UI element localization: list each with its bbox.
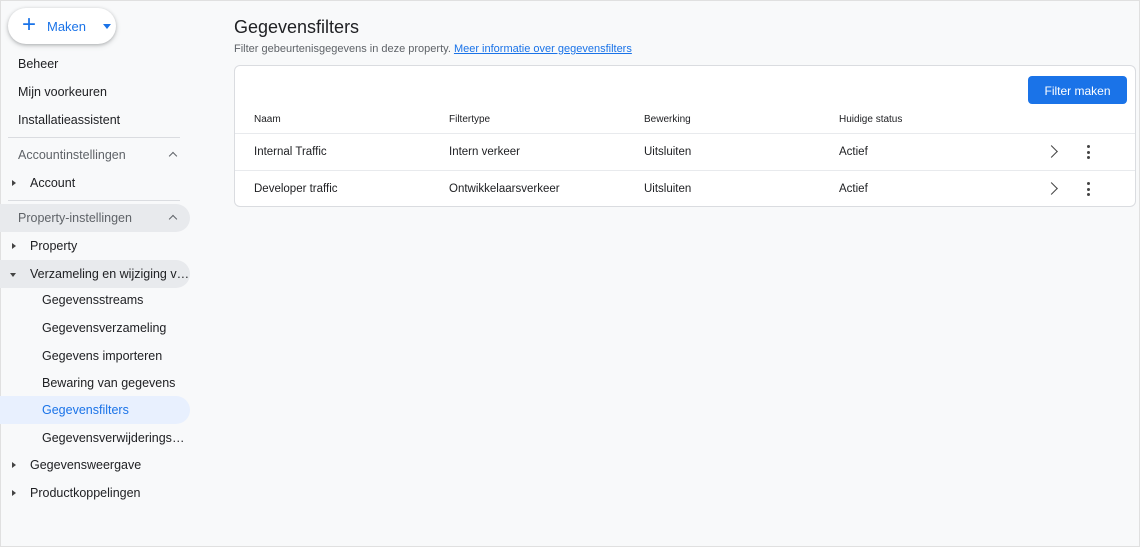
sidebar-item-setup-assistant[interactable]: Installatieassistent — [0, 106, 190, 134]
sidebar-item-label: Productkoppelingen — [30, 486, 141, 500]
triangle-right-icon — [12, 180, 16, 186]
section-label: Accountinstellingen — [18, 148, 126, 162]
learn-more-link[interactable]: Meer informatie over gegevensfilters — [454, 43, 632, 55]
create-button-label: Maken — [47, 19, 87, 34]
cell-filter-type: Ontwikkelaarsverkeer — [449, 183, 560, 195]
column-header-operation: Bewerking — [644, 114, 691, 125]
triangle-down-icon — [10, 273, 16, 277]
cell-operation: Uitsluiten — [644, 146, 692, 158]
column-header-name: Naam — [254, 114, 281, 125]
sidebar-item-preferences[interactable]: Mijn voorkeuren — [0, 78, 190, 106]
cell-status: Actief — [839, 183, 868, 195]
sidebar-item-label: Property — [30, 239, 78, 253]
triangle-right-icon — [12, 490, 16, 496]
cell-name: Developer traffic — [254, 183, 338, 195]
column-header-filter-type: Filtertype — [449, 114, 491, 125]
sidebar-item-label: Verzameling en wijziging van gegevens — [30, 267, 190, 281]
section-label: Property-instellingen — [18, 211, 132, 225]
section-property-settings[interactable]: Property-instellingen — [0, 204, 190, 232]
section-account-settings[interactable]: Accountinstellingen — [0, 141, 190, 169]
more-vert-icon[interactable] — [1084, 182, 1092, 198]
chevron-right-icon[interactable] — [1045, 145, 1058, 158]
more-vert-icon[interactable] — [1084, 145, 1092, 161]
chevron-up-icon — [168, 151, 178, 161]
cell-filter-type: Intern verkeer — [449, 146, 520, 158]
page-title: Gegevensfilters — [234, 17, 360, 37]
sidebar-item-property[interactable]: Property — [0, 232, 190, 260]
table-row[interactable]: Developer traffic Ontwikkelaarsverkeer U… — [235, 170, 1135, 208]
plus-icon: + — [22, 11, 37, 38]
sidebar-item-data-collection-settings[interactable]: Gegevensverzameling — [0, 314, 190, 342]
create-filter-button[interactable]: Filter maken — [1028, 76, 1127, 104]
triangle-right-icon — [12, 462, 16, 468]
triangle-right-icon — [12, 243, 16, 249]
sidebar: + Maken Beheer Mijn voorkeuren Installat… — [0, 0, 200, 547]
divider — [8, 137, 180, 138]
sidebar-item-label: Account — [30, 176, 76, 190]
sidebar-item-data-deletion-requests[interactable]: Gegevensverwijderingsverzoeken — [0, 424, 190, 452]
cell-operation: Uitsluiten — [644, 183, 692, 195]
subtitle-text: Filter gebeurtenisgegevens in deze prope… — [234, 43, 451, 55]
sidebar-item-product-links[interactable]: Productkoppelingen — [0, 479, 190, 507]
divider — [8, 200, 180, 201]
cell-name: Internal Traffic — [254, 146, 327, 158]
cell-status: Actief — [839, 146, 868, 158]
sidebar-item-data-retention[interactable]: Bewaring van gegevens — [0, 369, 190, 397]
sidebar-item-data-import[interactable]: Gegevens importeren — [0, 342, 190, 370]
chevron-right-icon[interactable] — [1045, 182, 1058, 195]
sidebar-item-beheer[interactable]: Beheer — [0, 50, 190, 78]
sidebar-item-data-collection[interactable]: Verzameling en wijziging van gegevens — [0, 260, 190, 288]
column-header-status: Huidige status — [839, 114, 903, 125]
page-subtitle: Filter gebeurtenisgegevens in deze prope… — [234, 43, 632, 55]
sidebar-item-account[interactable]: Account — [0, 169, 190, 197]
create-button[interactable]: + Maken — [8, 8, 116, 44]
sidebar-item-data-display[interactable]: Gegevensweergave — [0, 451, 190, 479]
chevron-up-icon — [168, 214, 178, 224]
sidebar-item-data-filters[interactable]: Gegevensfilters — [0, 396, 190, 424]
sidebar-item-data-streams[interactable]: Gegevensstreams — [0, 286, 190, 314]
table-row[interactable]: Internal Traffic Intern verkeer Uitsluit… — [235, 133, 1135, 171]
caret-down-icon — [103, 24, 111, 29]
filters-card: Filter maken Naam Filtertype Bewerking H… — [234, 65, 1136, 207]
sidebar-item-label: Gegevensweergave — [30, 458, 142, 472]
